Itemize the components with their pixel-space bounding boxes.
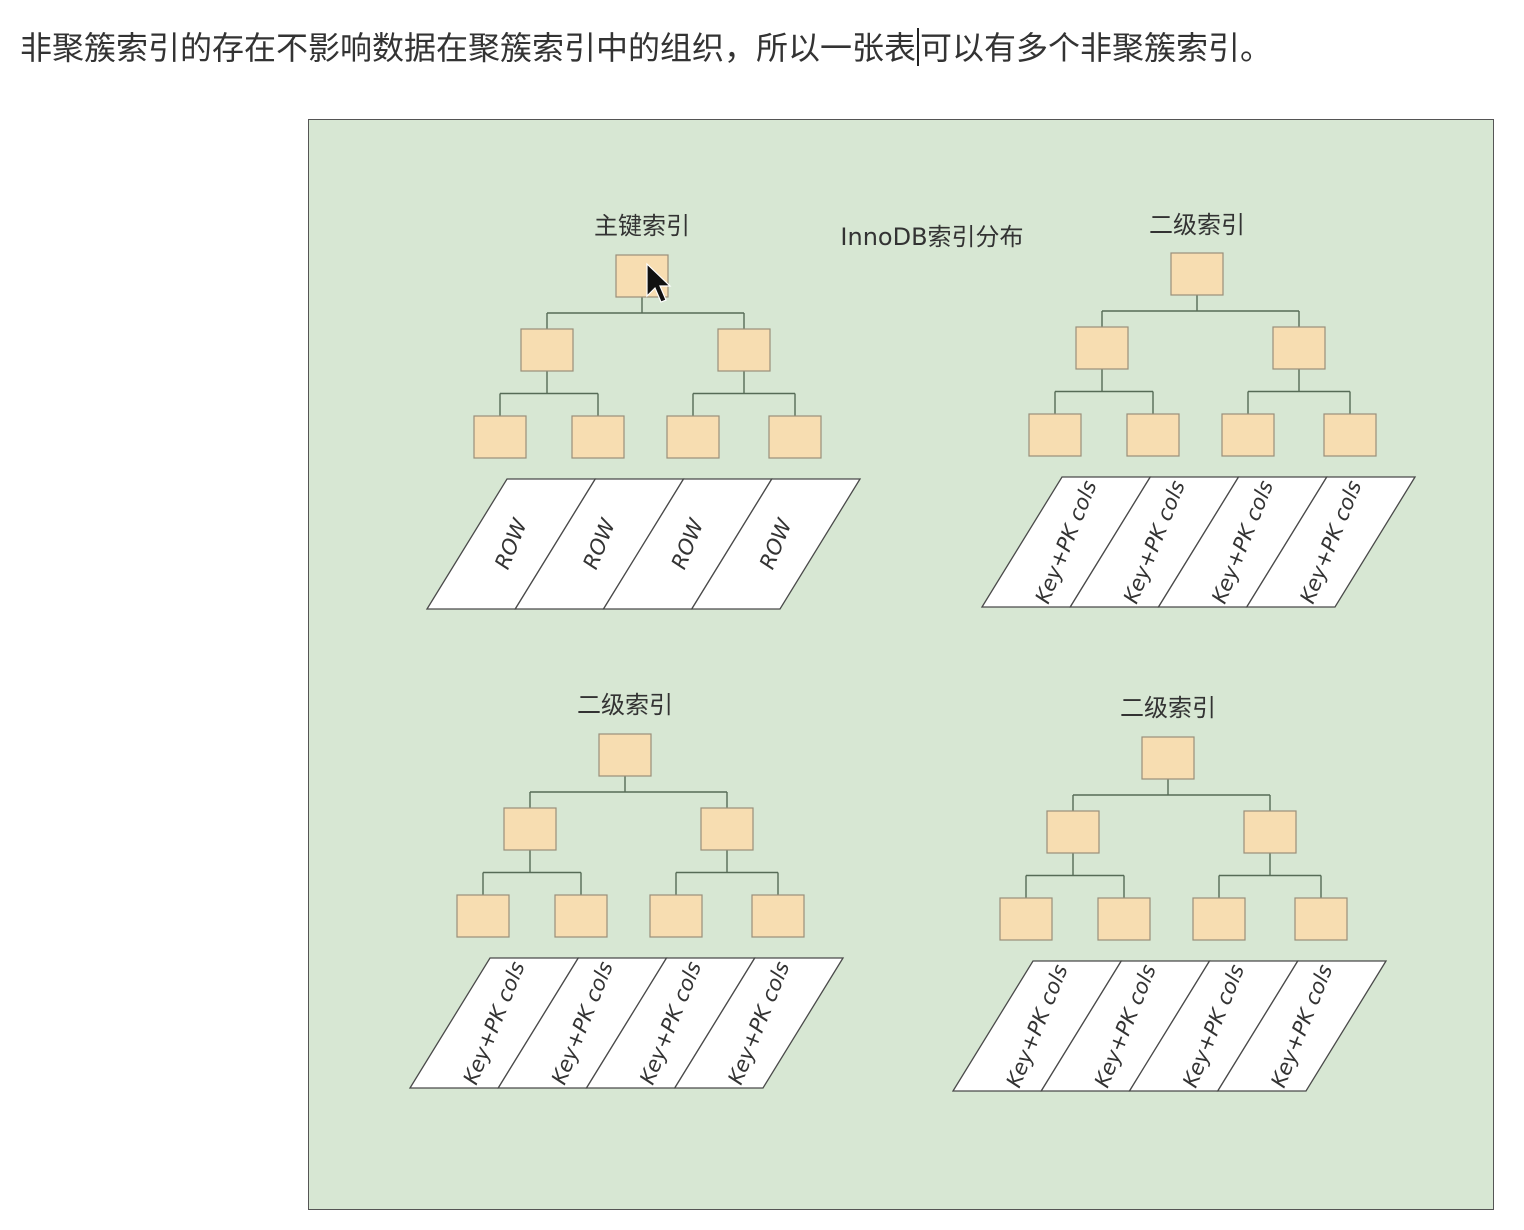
tree-node: [666, 415, 720, 459]
tree-edge: [692, 371, 796, 416]
index-tree-1: 主键索引ROW ROW ROW ROW: [425, 212, 862, 610]
tree-edge: [1247, 369, 1351, 414]
tree-node: [1243, 810, 1297, 854]
tree-edge: [482, 850, 582, 895]
tree-node: [1046, 810, 1100, 854]
tree-node: [700, 807, 754, 851]
tree-node: [473, 415, 527, 459]
tree-node: [1170, 252, 1224, 296]
tree-edge: [1218, 853, 1322, 898]
tree-node: [1075, 326, 1129, 370]
tree-edge: [546, 297, 745, 329]
tree-node: [503, 807, 557, 851]
tree-node: [751, 894, 805, 938]
tree-edge: [529, 776, 728, 808]
tree-node: [520, 328, 574, 372]
tree-node: [1028, 413, 1082, 457]
tree-title: 主键索引: [594, 212, 690, 240]
tree-title: 二级索引: [577, 691, 673, 719]
tree-title: 二级索引: [1120, 694, 1216, 722]
tree-node: [554, 894, 608, 938]
tree-node: [1272, 326, 1326, 370]
diagram-canvas: InnoDB索引分布 主键索引ROW ROW ROW ROW二级索引Key+PK co…: [408, 211, 1417, 1092]
tree-node: [999, 897, 1053, 941]
tree-node: [1097, 897, 1151, 941]
tree-node: [768, 415, 822, 459]
tree-node: [1192, 897, 1246, 941]
tree-edge: [1101, 295, 1300, 327]
tree-node: [1221, 413, 1275, 457]
tree-node: [1126, 413, 1180, 457]
tree-node: [1294, 897, 1348, 941]
tree-edge: [675, 850, 779, 895]
tree-edge: [1025, 853, 1125, 898]
tree-node: [1323, 413, 1377, 457]
tree-node: [598, 733, 652, 777]
index-trees: 主键索引ROW ROW ROW ROW二级索引Key+PK cols Key+PK co…: [408, 211, 1417, 1092]
tree-node: [649, 894, 703, 938]
tree-edge: [499, 371, 599, 416]
index-tree-3: 二级索引Key+PK cols Key+PK cols Key+PK cols Key…: [408, 691, 845, 1089]
index-tree-4: 二级索引Key+PK cols Key+PK cols Key+PK cols Key…: [951, 694, 1388, 1092]
diagram-title: InnoDB索引分布: [840, 223, 1023, 251]
tree-node: [717, 328, 771, 372]
tree-node: [456, 894, 510, 938]
tree-node: [571, 415, 625, 459]
tree-node: [1141, 736, 1195, 780]
tree-edge: [1054, 369, 1154, 414]
index-tree-2: 二级索引Key+PK cols Key+PK cols Key+PK cols Key…: [980, 211, 1417, 608]
tree-edge: [1072, 779, 1271, 811]
tree-title: 二级索引: [1149, 211, 1245, 239]
